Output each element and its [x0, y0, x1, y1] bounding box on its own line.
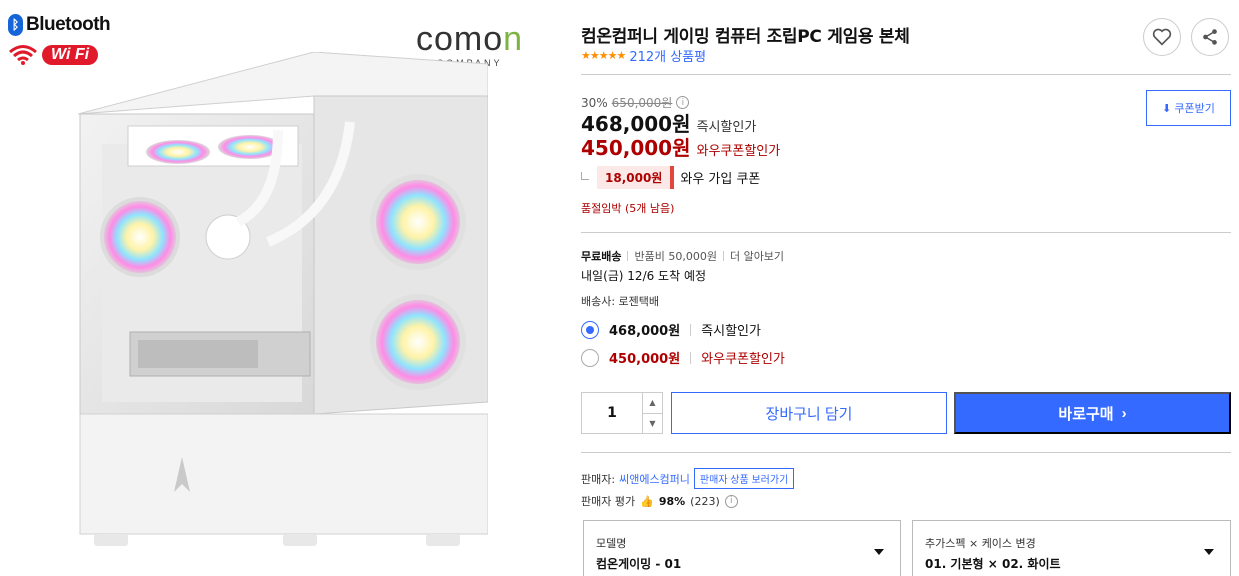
- info-icon[interactable]: i: [724, 494, 738, 508]
- shipping-more-link[interactable]: 더 알아보기: [730, 248, 784, 264]
- coupon-download-label: 쿠폰받기: [1174, 103, 1215, 115]
- price-option-label: 와우쿠폰할인가: [701, 352, 785, 367]
- share-button[interactable]: [1191, 18, 1229, 56]
- price-option-instant[interactable]: 468,000원 즉시할인가: [581, 320, 761, 339]
- divider: [581, 452, 1231, 453]
- seller-rating-value: 98%: [658, 494, 686, 508]
- bluetooth-icon: ᛒ: [8, 14, 23, 36]
- separator: [722, 251, 724, 261]
- separator: [690, 351, 692, 364]
- bluetooth-logo: ᛒ Bluetooth: [8, 14, 111, 36]
- pc-case-image: [78, 52, 488, 546]
- radio-selected-icon[interactable]: [581, 320, 599, 339]
- price-option-label: 즉시할인가: [701, 324, 761, 339]
- caret-down-icon: [1204, 549, 1214, 555]
- review-count-link[interactable]: 212개 상품평: [629, 46, 706, 65]
- divider: [581, 74, 1231, 75]
- seller-label: 판매자:: [581, 472, 616, 486]
- seller-info: 판매자: 씨앤에스컴퍼니 판매자 상품 보러가기: [581, 468, 795, 489]
- separator: [627, 251, 629, 261]
- quantity-value[interactable]: 1: [582, 393, 642, 433]
- price-option-value: 450,000원: [609, 352, 681, 367]
- stock-notice: 품절임박 (5개 남음): [581, 202, 675, 215]
- join-coupon-label: 와우 가입 쿠폰: [680, 172, 761, 187]
- bluetooth-logo-text: Bluetooth: [26, 14, 111, 35]
- share-icon: [1203, 29, 1217, 45]
- return-fee: 반품비 50,000원: [634, 250, 717, 263]
- wishlist-button[interactable]: [1143, 18, 1181, 56]
- coupon-price: 450,000원: [581, 136, 691, 160]
- option-value: 컴온게이밍 - 01: [596, 557, 682, 571]
- option-select-spec[interactable]: 추가스펙 × 케이스 변경 01. 기본형 × 02. 화이트: [912, 520, 1231, 576]
- join-coupon-row: 18,000원 와우 가입 쿠폰: [581, 166, 760, 189]
- rating-summary: ★★★★★ 212개 상품평: [581, 46, 706, 65]
- thumbs-up-icon: 👍: [640, 494, 654, 508]
- coupon-price-label: 와우쿠폰할인가: [696, 144, 781, 159]
- wifi-icon: [9, 45, 37, 65]
- caret-down-icon: [874, 549, 884, 555]
- shipping-summary: 무료배송 반품비 50,000원 더 알아보기: [581, 248, 784, 264]
- buy-now-label: 바로구매: [1058, 405, 1114, 423]
- heart-icon: [1152, 28, 1172, 46]
- seller-name-link[interactable]: 씨앤에스컴퍼니: [619, 471, 690, 487]
- brand-logo-text: comon: [416, 20, 524, 58]
- option-label: 모델명: [596, 537, 627, 550]
- divider: [581, 232, 1231, 233]
- join-coupon-amount: 18,000원: [597, 166, 675, 189]
- download-icon: ⬇: [1162, 102, 1172, 115]
- buy-now-button[interactable]: 바로구매 ›: [954, 392, 1231, 434]
- chevron-right-icon: ›: [1121, 404, 1127, 422]
- chevron-up-icon[interactable]: ▲: [643, 393, 662, 414]
- chevron-down-icon[interactable]: ▼: [643, 414, 662, 434]
- free-shipping-label: 무료배송: [581, 250, 622, 263]
- quantity-stepper[interactable]: 1 ▲ ▼: [581, 392, 663, 434]
- price-option-value: 468,000원: [609, 324, 681, 339]
- separator: [690, 323, 692, 336]
- option-select-model[interactable]: 모델명 컴온게이밍 - 01: [583, 520, 901, 576]
- seller-products-button[interactable]: 판매자 상품 보러가기: [693, 468, 795, 489]
- arrival-date: 내일(금) 12/6 도착 예정: [581, 269, 707, 283]
- seller-rating-count: (223): [690, 494, 720, 508]
- coupon-download-button[interactable]: ⬇ 쿠폰받기: [1146, 90, 1231, 126]
- carrier: 배송사: 로젠택배: [581, 295, 660, 308]
- product-title: 컴온컴퍼니 게이밍 컴퓨터 조립PC 게임용 본체: [581, 27, 910, 47]
- corner-icon: [581, 171, 589, 180]
- radio-unselected-icon[interactable]: [581, 348, 599, 367]
- rating-stars: ★★★★★: [581, 49, 626, 62]
- add-to-cart-button[interactable]: 장바구니 담기: [671, 392, 947, 434]
- product-info-panel: 컴온컴퍼니 게이밍 컴퓨터 조립PC 게임용 본체 ★★★★★ 212개 상품평…: [581, 0, 1231, 576]
- option-value: 01. 기본형 × 02. 화이트: [925, 557, 1061, 571]
- quantity-steps: ▲ ▼: [642, 393, 662, 433]
- seller-rating-label: 판매자 평가: [581, 495, 636, 508]
- option-label: 추가스펙 × 케이스 변경: [925, 537, 1036, 550]
- product-image-area: ᛒ Bluetooth Wi Fi comon COMPANY: [0, 0, 565, 576]
- seller-rating: 판매자 평가 👍 98% (223) i: [581, 493, 738, 509]
- coupon-price-row: 450,000원 와우쿠폰할인가: [581, 132, 780, 161]
- price-option-coupon[interactable]: 450,000원 와우쿠폰할인가: [581, 348, 785, 367]
